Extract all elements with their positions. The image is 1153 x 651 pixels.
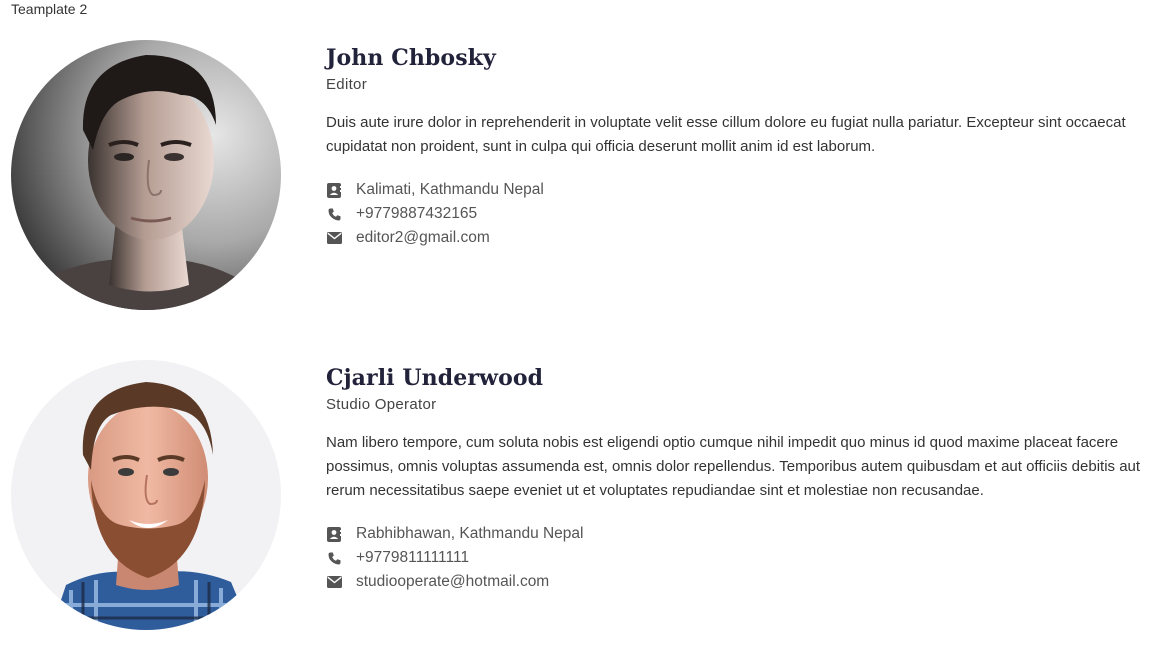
- address-card-icon: [326, 182, 342, 198]
- contact-address-text: Kalimati, Kathmandu Nepal: [356, 181, 544, 198]
- member-role: Studio Operator: [326, 396, 437, 413]
- member-bio: Duis aute irure dolor in reprehenderit i…: [326, 114, 1126, 155]
- team-member-card: Cjarli Underwood Studio Operator Nam lib…: [11, 360, 1146, 632]
- contact-phone-text[interactable]: +9779887432165: [356, 205, 477, 223]
- contact-email-text[interactable]: editor2@gmail.com: [356, 229, 490, 247]
- member-bio: Nam libero tempore, cum soluta nobis est…: [326, 434, 1141, 499]
- member-name: Cjarli Underwood: [326, 365, 544, 391]
- member-info: Cjarli Underwood Studio Operator Nam lib…: [326, 360, 1146, 610]
- contact-address-text: Rabhibhawan, Kathmandu Nepal: [356, 525, 584, 542]
- member-photo: [11, 40, 281, 310]
- member-photo: [11, 360, 281, 630]
- member-info: John Chbosky Editor Duis aute irure dolo…: [326, 40, 1146, 266]
- envelope-icon: [326, 230, 342, 246]
- contact-address: Rabhibhawan, Kathmandu Nepal: [326, 522, 1146, 546]
- contact-email: editor2@gmail.com: [326, 226, 1146, 250]
- contact-email-text[interactable]: studiooperate@hotmail.com: [356, 573, 549, 591]
- contact-address: Kalimati, Kathmandu Nepal: [326, 178, 1146, 202]
- envelope-icon: [326, 574, 342, 590]
- portrait-image: [11, 360, 281, 630]
- team-member-card: John Chbosky Editor Duis aute irure dolo…: [11, 40, 1146, 312]
- contact-phone: +9779811111111: [326, 546, 1146, 570]
- phone-icon: [326, 550, 342, 566]
- address-card-icon: [326, 526, 342, 542]
- contact-phone: +9779887432165: [326, 202, 1146, 226]
- portrait-image: [11, 40, 281, 310]
- contact-phone-text[interactable]: +9779811111111: [356, 549, 469, 567]
- contact-list: Kalimati, Kathmandu Nepal +9779887432165: [326, 178, 1146, 250]
- contact-email: studiooperate@hotmail.com: [326, 570, 1146, 594]
- member-role: Editor: [326, 76, 367, 93]
- template-label: Teamplate 2: [11, 1, 88, 17]
- contact-list: Rabhibhawan, Kathmandu Nepal +9779811111…: [326, 522, 1146, 594]
- phone-icon: [326, 206, 342, 222]
- member-name: John Chbosky: [326, 45, 496, 71]
